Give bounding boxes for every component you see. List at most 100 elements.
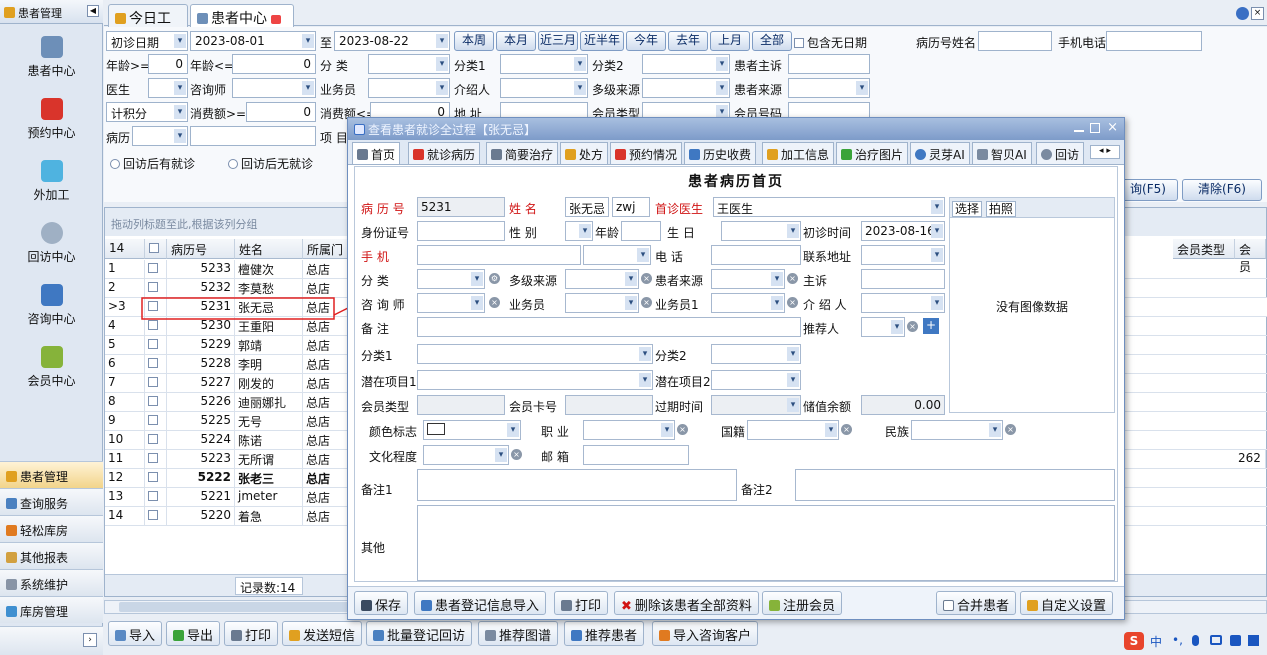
record-select[interactable] <box>132 126 188 146</box>
introducer-select[interactable] <box>861 293 945 313</box>
remark1-field[interactable] <box>417 469 737 501</box>
salesman-select[interactable] <box>565 293 639 313</box>
age-ge-input[interactable]: 0 <box>148 54 188 74</box>
dtab-brief-treatment[interactable]: 简要治疗 <box>486 142 559 164</box>
tab-patient-center[interactable]: 患者中心 <box>190 4 294 27</box>
category1-select[interactable] <box>500 54 588 74</box>
consultant-select[interactable] <box>232 78 316 98</box>
phone-field[interactable] <box>711 245 801 265</box>
clear-icon[interactable]: × <box>1005 424 1016 435</box>
birthday-select[interactable] <box>721 221 801 241</box>
record-no-field[interactable]: 5231 <box>417 197 505 217</box>
send-sms-button[interactable]: 发送短信 <box>282 621 363 646</box>
select-header[interactable] <box>145 239 167 259</box>
chief-complaint-input[interactable] <box>788 54 870 74</box>
clear-icon[interactable]: × <box>677 424 688 435</box>
clear-icon[interactable]: × <box>841 424 852 435</box>
custom-settings-button[interactable]: 自定义设置 <box>1020 591 1114 615</box>
date-from-input[interactable]: 2023-08-01 <box>190 31 316 51</box>
last-three-months-button[interactable]: 近三月 <box>538 31 578 51</box>
name-input[interactable] <box>978 31 1052 51</box>
education-select[interactable] <box>423 445 509 465</box>
nav-system-maintenance[interactable]: 系统维护 <box>0 569 103 596</box>
mobile-field[interactable] <box>417 245 581 265</box>
tab-scroll-arrows[interactable]: ◂ ▸ <box>1090 145 1120 159</box>
cat2-select[interactable] <box>711 344 801 364</box>
id-card-field[interactable] <box>417 221 505 241</box>
checkbox-icon[interactable] <box>148 282 158 292</box>
settings-icon[interactable]: ⚙ <box>489 273 500 284</box>
this-month-button[interactable]: 本月 <box>496 31 536 51</box>
pinyin-field[interactable]: zwj <box>612 197 650 217</box>
source-select[interactable] <box>711 269 785 289</box>
age-field[interactable] <box>621 221 661 241</box>
cat1-select[interactable] <box>417 344 653 364</box>
first-doctor-select[interactable]: 王医生 <box>713 197 945 217</box>
member-type-column[interactable]: 会员类型 <box>1173 239 1235 259</box>
last-half-year-button[interactable]: 近半年 <box>580 31 624 51</box>
color-tag-select[interactable] <box>423 420 521 440</box>
clear-icon[interactable]: × <box>641 273 652 284</box>
clear-button[interactable]: 清除(F6) <box>1182 179 1262 201</box>
gender-select[interactable] <box>565 221 593 241</box>
chevron-right-icon[interactable]: › <box>83 633 97 647</box>
record-no-column[interactable]: 病历号 <box>167 239 235 259</box>
clear-icon[interactable]: × <box>511 449 522 460</box>
punctuation-icon[interactable]: •, <box>1172 633 1183 647</box>
category2-select[interactable] <box>642 54 730 74</box>
close-window-icon[interactable]: × <box>1251 7 1264 20</box>
clear-icon[interactable]: × <box>489 297 500 308</box>
nav-storage-management[interactable]: 库房管理 <box>0 596 103 623</box>
merge-patient-button[interactable]: 合并患者 <box>936 591 1017 615</box>
delete-patient-button[interactable]: ✖ 删除该患者全部资料 <box>614 591 759 615</box>
nav-other-reports[interactable]: 其他报表 <box>0 542 103 569</box>
module-revisit-center[interactable]: 回访中心 <box>0 222 103 265</box>
import-consult-button[interactable]: 导入咨询客户 <box>652 621 759 646</box>
dtab-lingya-ai[interactable]: 灵芽AI <box>910 142 970 164</box>
this-year-button[interactable]: 今年 <box>626 31 666 51</box>
dtab-processing[interactable]: 加工信息 <box>762 142 835 164</box>
multi-source-select[interactable] <box>642 78 730 98</box>
module-appointment-center[interactable]: 预约中心 <box>0 98 103 141</box>
recommender-select[interactable] <box>861 317 905 337</box>
clear-icon[interactable]: × <box>641 297 652 308</box>
other-field[interactable] <box>417 505 1115 581</box>
collapse-icon[interactable]: ◀ <box>87 5 99 17</box>
dtab-records[interactable]: 就诊病历 <box>408 142 481 164</box>
age-le-input[interactable]: 0 <box>232 54 316 74</box>
email-field[interactable] <box>583 445 689 465</box>
phone-input[interactable] <box>1106 31 1202 51</box>
close-icon[interactable] <box>271 15 281 24</box>
first-time-select[interactable]: 2023-08-16 <box>861 221 945 241</box>
nav-easy-warehouse[interactable]: 轻松库房 <box>0 515 103 542</box>
category-select[interactable] <box>368 54 450 74</box>
spend-ge-input[interactable]: 0 <box>246 102 316 122</box>
checkbox-icon[interactable] <box>148 434 158 444</box>
save-button[interactable]: 保存 <box>354 591 409 615</box>
dtab-zhibei-ai[interactable]: 智贝AI <box>972 142 1032 164</box>
last-year-button[interactable]: 去年 <box>668 31 708 51</box>
module-consult-center[interactable]: 咨询中心 <box>0 284 103 327</box>
checkbox-icon[interactable] <box>148 491 158 501</box>
checkbox-icon[interactable] <box>148 415 158 425</box>
nav-expand[interactable]: › <box>0 626 103 655</box>
close-icon[interactable]: × <box>1107 120 1118 135</box>
checkbox-icon[interactable] <box>148 358 158 368</box>
select-photo-button[interactable]: 选择 <box>952 201 983 217</box>
salesman1-select[interactable] <box>711 293 785 313</box>
dtab-prescription[interactable]: 处方 <box>560 142 609 164</box>
module-outsourcing[interactable]: 外加工 <box>0 160 103 203</box>
category-select[interactable] <box>417 269 485 289</box>
clear-icon[interactable]: × <box>787 297 798 308</box>
checkbox-icon[interactable] <box>148 453 158 463</box>
maximize-icon[interactable] <box>1090 123 1100 133</box>
ime-logo-icon[interactable]: S <box>1124 632 1144 650</box>
remark2-field[interactable] <box>795 469 1115 501</box>
microphone-icon[interactable] <box>1192 635 1199 646</box>
source-select[interactable] <box>788 78 870 98</box>
dtab-revisit[interactable]: 回访 <box>1036 142 1085 164</box>
store-column[interactable]: 所属门 <box>303 239 353 259</box>
keyboard-icon[interactable] <box>1210 635 1222 645</box>
member-column[interactable]: 会员 <box>1235 239 1266 274</box>
skin-icon[interactable] <box>1230 635 1241 646</box>
